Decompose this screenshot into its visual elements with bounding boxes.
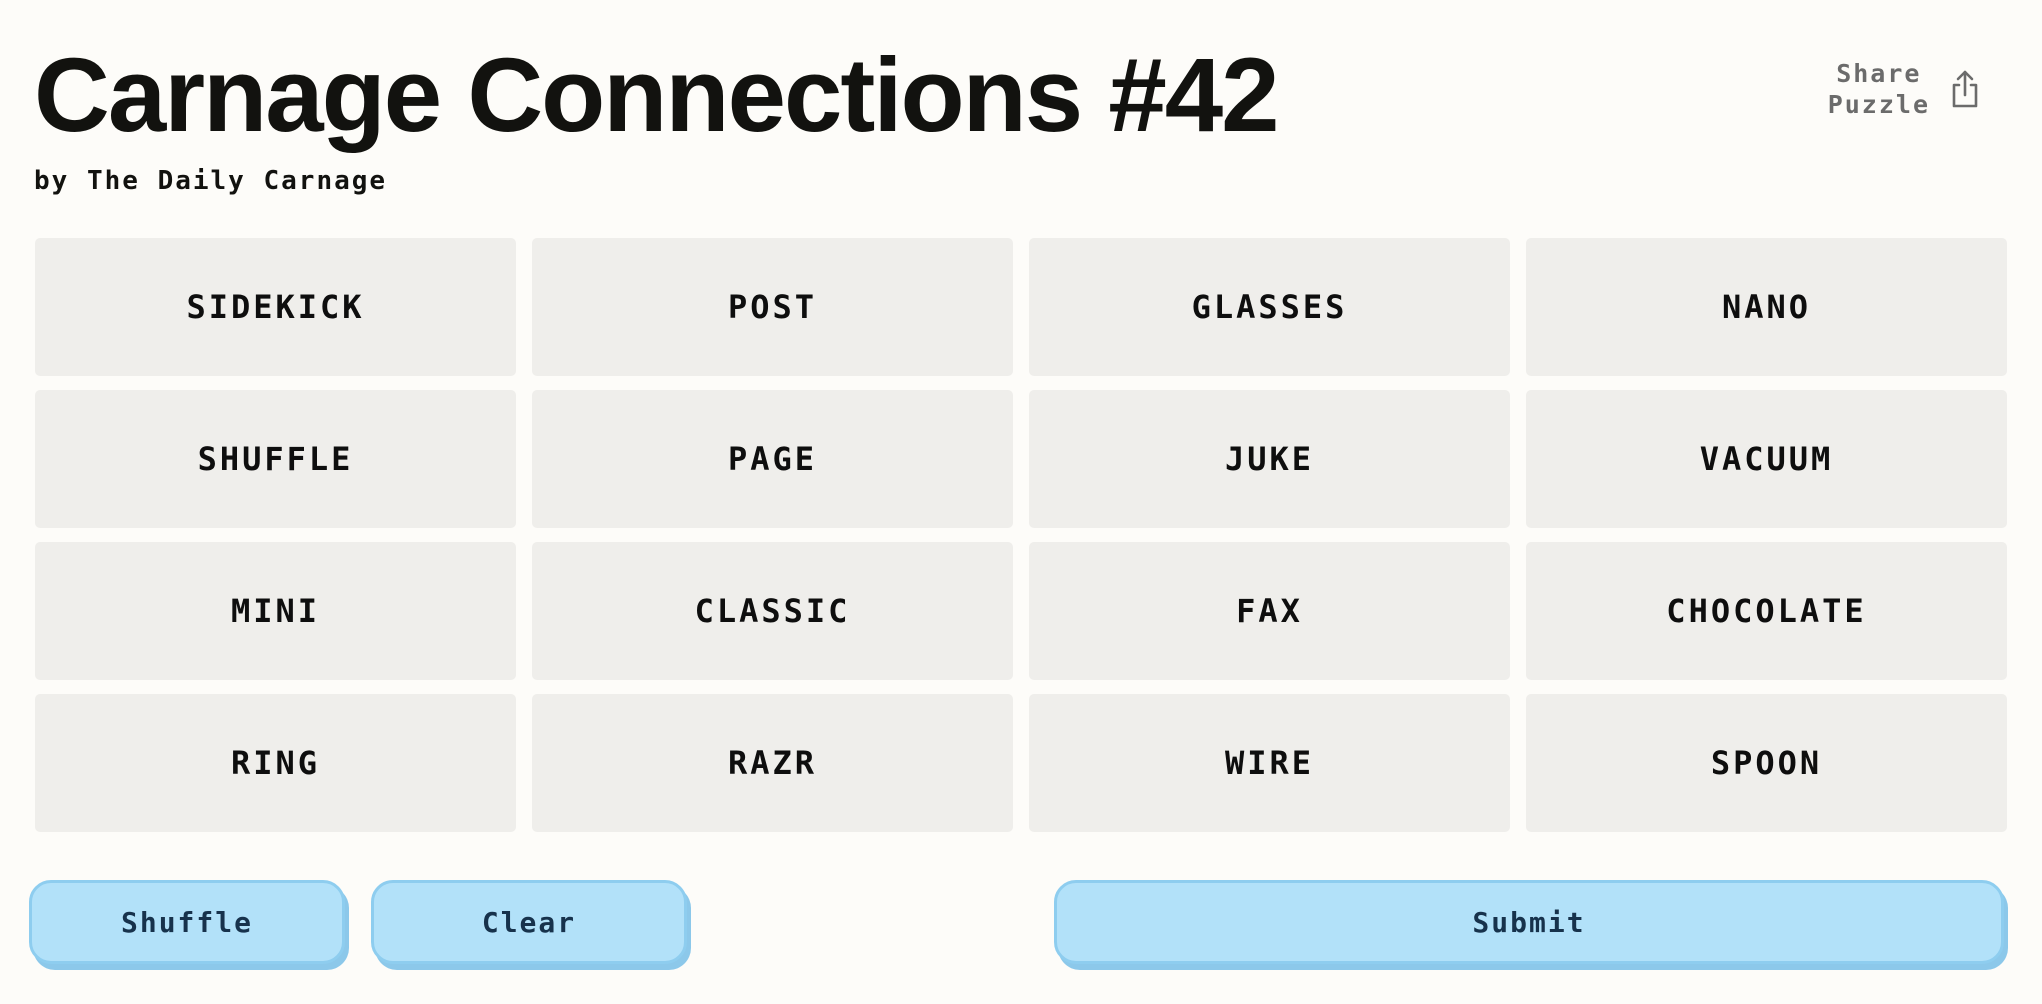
word-tile[interactable]: JUKE [1029, 390, 1510, 528]
share-label-line-1: Share [1836, 59, 1922, 88]
word-tile[interactable]: SHUFFLE [35, 390, 516, 528]
shuffle-button[interactable]: Shuffle [29, 880, 345, 964]
share-icon [1952, 70, 1978, 108]
word-tile[interactable]: GLASSES [1029, 238, 1510, 376]
word-tile[interactable]: CHOCOLATE [1526, 542, 2007, 680]
share-label: Share Puzzle [1828, 58, 1930, 120]
puzzle-page: Carnage Connections #42 by The Daily Car… [0, 0, 2042, 1004]
submit-button[interactable]: Submit [1054, 880, 2004, 964]
share-puzzle-button[interactable]: Share Puzzle [1828, 58, 1982, 120]
word-tile[interactable]: VACUUM [1526, 390, 2007, 528]
word-tile[interactable]: PAGE [532, 390, 1013, 528]
word-tile[interactable]: RAZR [532, 694, 1013, 832]
page-title: Carnage Connections #42 [34, 37, 1280, 154]
word-tile[interactable]: RING [35, 694, 516, 832]
word-tile[interactable]: SIDEKICK [35, 238, 516, 376]
word-grid: SIDEKICK POST GLASSES NANO SHUFFLE PAGE … [35, 238, 2007, 832]
word-tile[interactable]: POST [532, 238, 1013, 376]
byline: by The Daily Carnage [34, 166, 388, 196]
share-label-line-2: Puzzle [1827, 90, 1930, 119]
word-tile[interactable]: SPOON [1526, 694, 2007, 832]
word-tile[interactable]: CLASSIC [532, 542, 1013, 680]
word-tile[interactable]: WIRE [1029, 694, 1510, 832]
word-tile[interactable]: NANO [1526, 238, 2007, 376]
word-tile[interactable]: MINI [35, 542, 516, 680]
clear-button[interactable]: Clear [371, 880, 687, 964]
word-tile[interactable]: FAX [1029, 542, 1510, 680]
